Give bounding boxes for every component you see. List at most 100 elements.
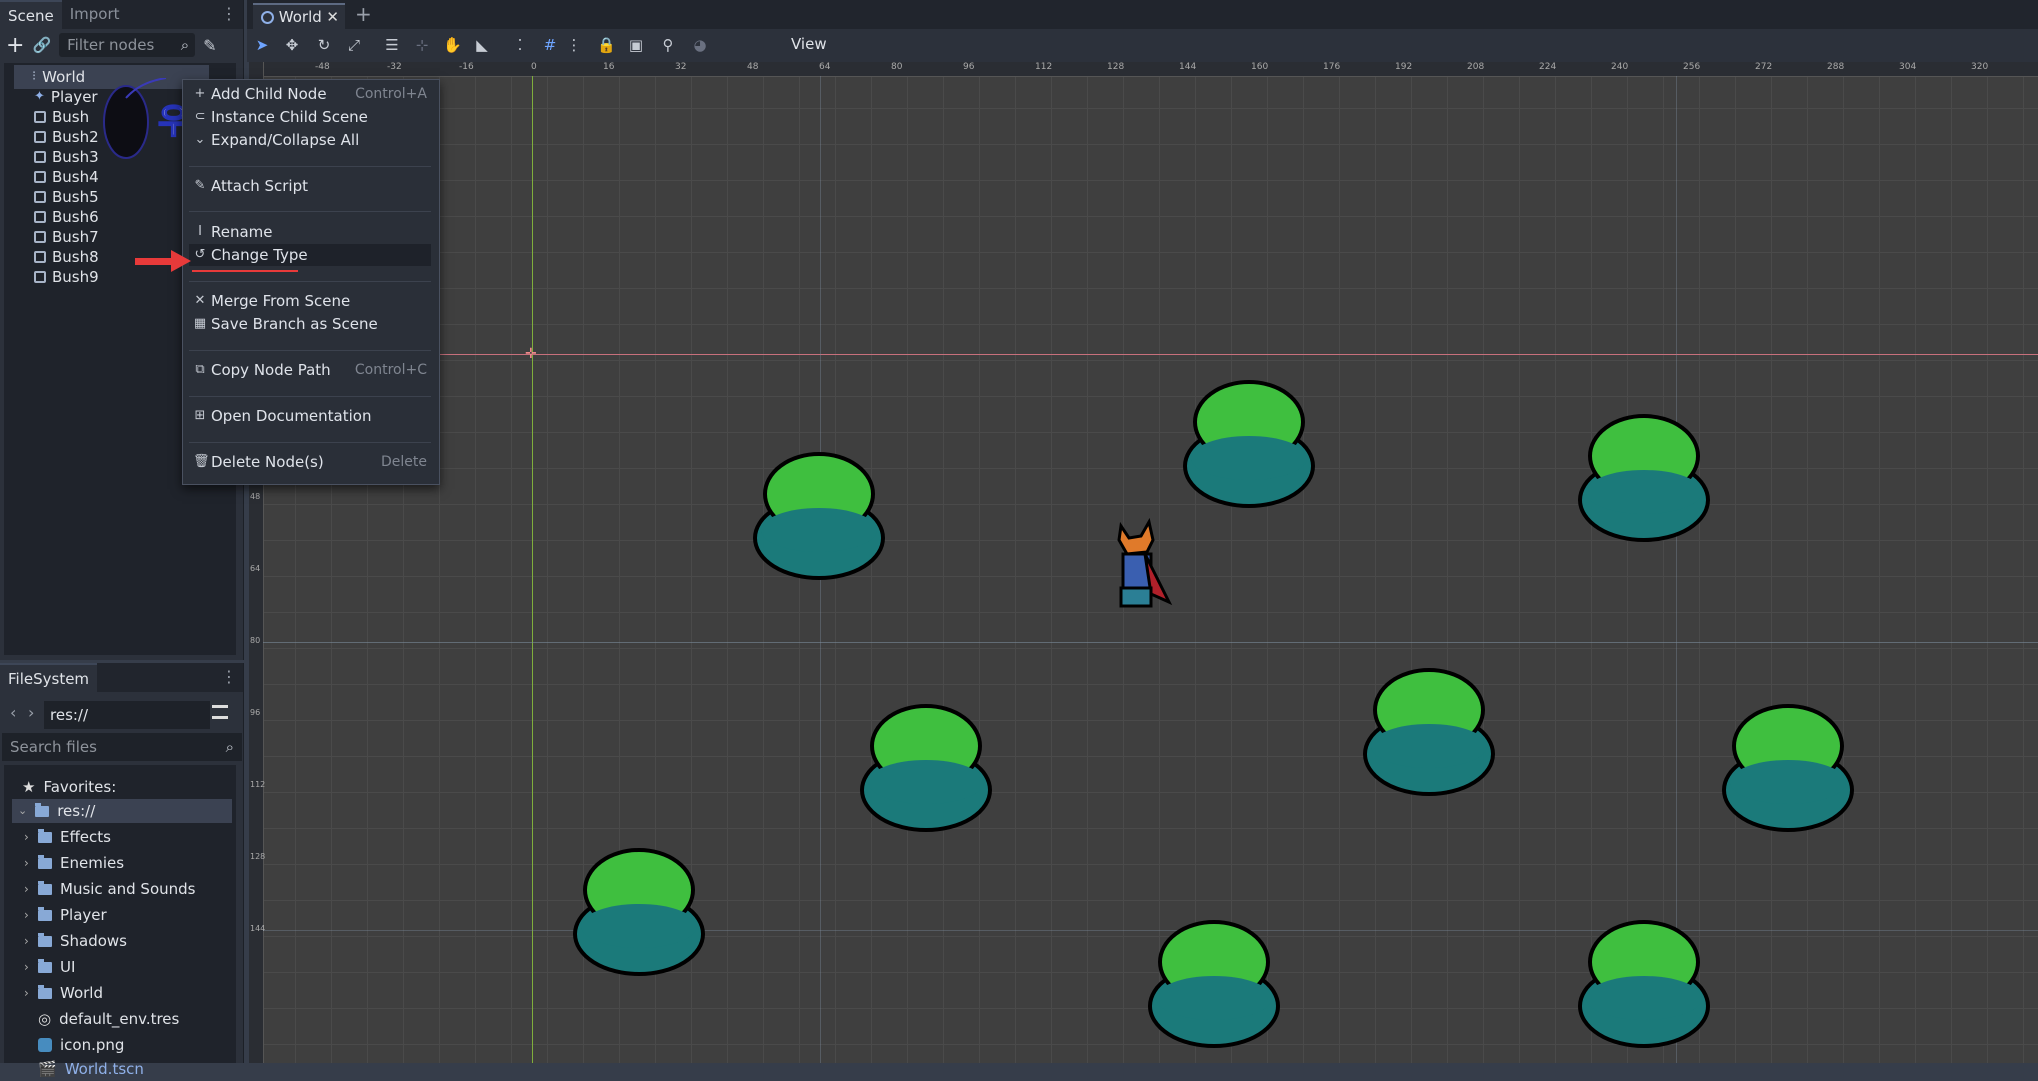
grid-snap-icon[interactable]: # xyxy=(541,36,559,54)
pivot-tool-icon[interactable]: ⊹ xyxy=(413,36,431,54)
folder-world[interactable]: › World xyxy=(24,981,103,1005)
menu-item-save-branch[interactable]: ▦ Save Branch as Scene xyxy=(189,313,431,335)
menu-item-open-documentation[interactable]: ⊞ Open Documentation xyxy=(189,405,431,427)
search-files-input[interactable]: Search files ⌕ xyxy=(2,733,242,761)
chevron-down-icon: ⌄ xyxy=(194,132,206,147)
view-menu[interactable]: View xyxy=(791,35,827,53)
ruler-tick-label: 128 xyxy=(1107,62,1125,72)
scale-tool-icon[interactable]: ⤢ xyxy=(345,36,363,54)
dock-menu-icon[interactable]: ⋮ xyxy=(221,4,237,23)
bush-sprite[interactable] xyxy=(1362,666,1496,796)
node-icon xyxy=(34,151,46,163)
list-select-icon[interactable]: ☰ xyxy=(383,36,401,54)
canvas-viewport[interactable]: -48 -32 -16 0 16 32 48 64 80 96 112 128 … xyxy=(249,62,2038,1063)
close-icon[interactable]: ✕ xyxy=(326,5,339,29)
script-icon[interactable]: ✎ xyxy=(203,36,216,55)
node-icon xyxy=(34,231,46,243)
add-node-icon[interactable]: + xyxy=(6,33,24,58)
folder-ui[interactable]: › UI xyxy=(24,955,75,979)
menu-item-shortcut: Control+C xyxy=(354,362,427,378)
node-icon xyxy=(34,211,46,223)
favorites-row[interactable]: ★ Favorites: xyxy=(22,775,116,799)
menu-item-change-type[interactable]: ↺ Change Type xyxy=(189,244,431,266)
bush-sprite[interactable] xyxy=(859,702,993,832)
node-icon xyxy=(34,271,46,283)
ruler-tick-label: 96 xyxy=(250,708,261,717)
select-tool-icon[interactable]: ➤ xyxy=(253,36,271,54)
bone-icon[interactable]: ⚲ xyxy=(659,36,677,54)
bush-sprite[interactable] xyxy=(752,450,886,580)
plus-icon: + xyxy=(194,86,206,101)
filesystem-tabbar: FileSystem ⋮ xyxy=(0,663,243,692)
bush-sprite[interactable] xyxy=(1182,378,1316,508)
rename-icon: I xyxy=(198,224,202,239)
ruler-tick-label: 128 xyxy=(250,852,266,861)
file-icon-png[interactable]: icon.png xyxy=(38,1033,124,1057)
group-icon[interactable]: ▣ xyxy=(627,36,645,54)
file-label: icon.png xyxy=(60,1036,125,1054)
folder-label: Player xyxy=(60,906,107,924)
ruler-tick-label: 96 xyxy=(963,62,975,72)
snap-options-icon[interactable]: ⋮ xyxy=(565,36,583,54)
folder-icon xyxy=(38,854,52,869)
link-icon[interactable]: 🔗 xyxy=(32,36,51,54)
new-tab-icon[interactable]: + xyxy=(355,2,372,26)
path-field[interactable]: res:// xyxy=(44,701,210,729)
folder-shadows[interactable]: › Shadows xyxy=(24,929,127,953)
file-world-tscn[interactable]: 🎬 World.tscn xyxy=(38,1057,144,1081)
pan-tool-icon[interactable]: ✋ xyxy=(443,36,462,54)
camera-override-icon[interactable]: ◕ xyxy=(691,36,709,54)
menu-item-expand-collapse[interactable]: ⌄ Expand/Collapse All xyxy=(189,129,431,151)
menu-item-label: Add Child Node xyxy=(211,85,327,103)
folder-music-and-sounds[interactable]: › Music and Sounds xyxy=(24,877,195,901)
forward-icon[interactable]: › xyxy=(28,703,34,722)
player-sprite[interactable] xyxy=(1107,518,1177,628)
menu-item-merge-from-scene[interactable]: ✕ Merge From Scene xyxy=(189,290,431,312)
folder-label: res:// xyxy=(57,802,96,820)
ruler-tick-label: 240 xyxy=(1611,62,1629,72)
dock-menu-icon[interactable]: ⋮ xyxy=(221,667,237,686)
ruler-tick-label: 288 xyxy=(1827,62,1845,72)
refresh-icon: ↺ xyxy=(194,247,206,262)
chevron-right-icon: › xyxy=(24,908,29,922)
bush-sprite[interactable] xyxy=(1577,412,1711,542)
menu-item-instance-child-scene[interactable]: ⊂ Instance Child Scene xyxy=(189,106,431,128)
file-default-env[interactable]: ◎ default_env.tres xyxy=(38,1007,179,1031)
back-icon[interactable]: ‹ xyxy=(10,703,16,722)
tree-node-bush9[interactable]: Bush9 xyxy=(34,265,99,289)
folder-effects[interactable]: › Effects xyxy=(24,825,111,849)
menu-item-copy-node-path[interactable]: ⧉ Copy Node Path Control+C xyxy=(189,359,431,381)
folder-player[interactable]: › Player xyxy=(24,903,107,927)
file-label: default_env.tres xyxy=(59,1010,180,1028)
tab-world[interactable]: World ✕ xyxy=(253,3,345,29)
folder-enemies[interactable]: › Enemies xyxy=(24,851,125,875)
menu-item-delete-nodes[interactable]: 🗑 Delete Node(s) Delete xyxy=(189,451,431,473)
bush-sprite[interactable] xyxy=(1577,918,1711,1048)
menu-item-label: Instance Child Scene xyxy=(211,108,368,126)
lock-icon[interactable]: 🔒 xyxy=(597,36,616,54)
folder-label: Enemies xyxy=(60,854,125,872)
tab-import[interactable]: Import xyxy=(62,0,128,29)
bush-sprite[interactable] xyxy=(572,846,706,976)
bush-sprite[interactable] xyxy=(1147,918,1281,1048)
rotate-tool-icon[interactable]: ↻ xyxy=(315,36,333,54)
menu-item-rename[interactable]: I Rename xyxy=(189,221,431,243)
menu-separator xyxy=(189,350,431,351)
res-root-row[interactable]: ⌄ res:// xyxy=(12,799,232,823)
ruler-tool-icon[interactable]: ◣ xyxy=(473,36,491,54)
ruler-tick-label: 208 xyxy=(1467,62,1485,72)
link-icon: ⊂ xyxy=(194,109,206,124)
tab-scene[interactable]: Scene xyxy=(0,0,62,29)
smart-snap-icon[interactable]: ⁚ xyxy=(511,36,529,54)
menu-item-attach-script[interactable]: ✎ Attach Script xyxy=(189,175,431,197)
split-view-icon[interactable] xyxy=(212,705,228,719)
ruler-tick-label: 80 xyxy=(250,636,261,645)
ruler-tick-label: 64 xyxy=(819,62,831,72)
filter-nodes-input[interactable]: Filter nodes ⌕ xyxy=(59,33,196,57)
bush-sprite[interactable] xyxy=(1721,702,1855,832)
ruler-tick-label: 272 xyxy=(1755,62,1773,72)
tab-filesystem[interactable]: FileSystem xyxy=(0,663,98,692)
menu-item-add-child-node[interactable]: + Add Child Node Control+A xyxy=(189,83,431,105)
ruler-tick-label: 112 xyxy=(250,780,266,789)
move-tool-icon[interactable]: ✥ xyxy=(283,36,301,54)
